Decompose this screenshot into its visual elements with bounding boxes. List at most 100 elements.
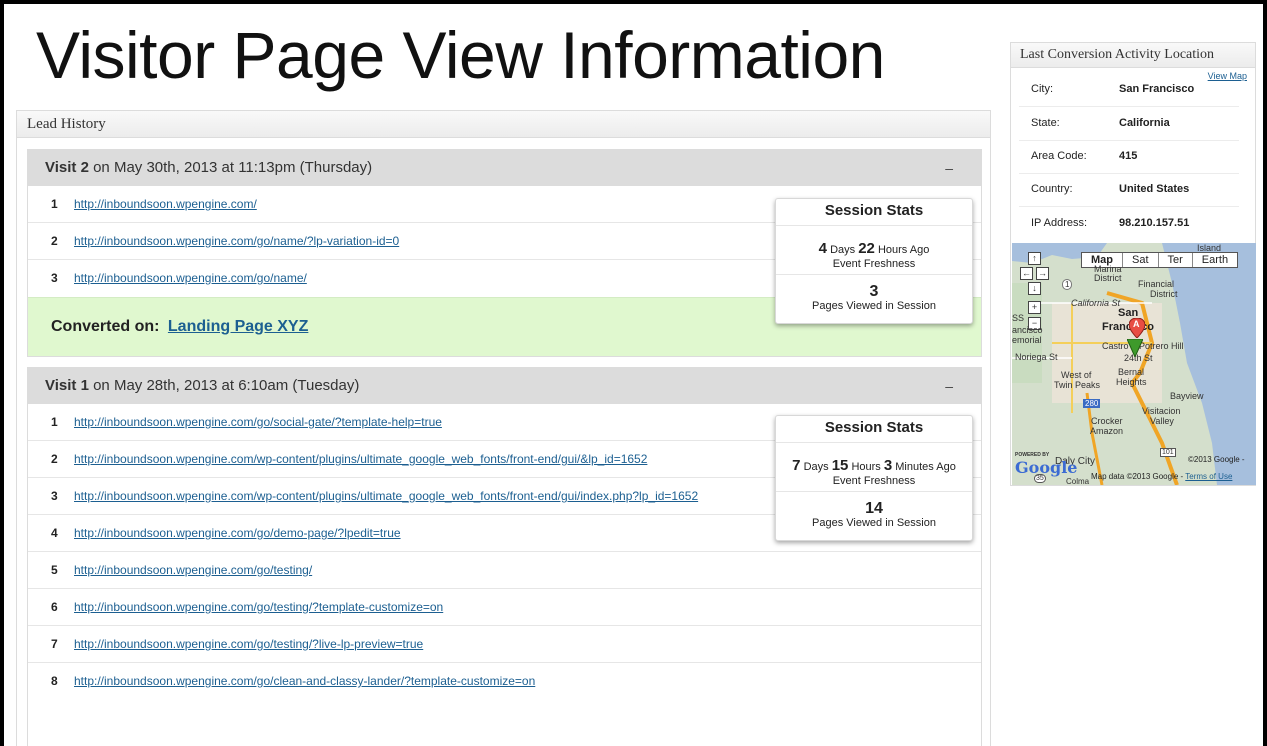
collapse-toggle[interactable]: – [945, 150, 953, 186]
freshness-suffix: Ago [936, 461, 956, 473]
page-url-link[interactable]: http://inboundsoon.wpengine.com/go/testi… [74, 626, 423, 662]
map-label: SS [1012, 313, 1025, 323]
conversion-location-panel: Last Conversion Activity Location View M… [1010, 42, 1256, 486]
pages-viewed-count: 3 [869, 283, 879, 300]
map-label: Heights [1116, 377, 1147, 387]
map-label: Colma [1066, 477, 1090, 485]
page-url-link[interactable]: http://inboundsoon.wpengine.com/wp-conte… [74, 478, 698, 514]
pan-down-icon[interactable]: ↓ [1028, 282, 1041, 295]
info-row-city: City: San Francisco [1019, 73, 1239, 107]
freshness-hours-label: Hours [877, 244, 908, 256]
map-label: Twin Peaks [1054, 380, 1101, 390]
map-label: Francisco [1102, 321, 1154, 333]
route-shield: 280 [1083, 399, 1101, 408]
map-label: District [1150, 289, 1178, 299]
pan-right-icon[interactable]: → [1036, 267, 1049, 280]
map-label: Castro [1102, 341, 1129, 351]
map-label: Amazon [1090, 426, 1124, 436]
page-url-link[interactable]: http://inboundsoon.wpengine.com/go/name/… [74, 223, 399, 259]
info-value: 98.210.157.51 [1119, 217, 1190, 229]
freshness-hours: 15 [831, 457, 849, 474]
freshness-label: Event Freshness [832, 475, 916, 487]
converted-landing-page-link[interactable]: Landing Page XYZ [168, 318, 308, 335]
map-label: ancisco [1012, 325, 1043, 335]
page-url-link[interactable]: http://inboundsoon.wpengine.com/wp-conte… [74, 441, 647, 477]
location-map[interactable]: Map Sat Ter Earth ↑ ← → ↓ + − Island Mar… [1012, 243, 1256, 485]
powered-by-label: POWERED BY [1015, 452, 1050, 458]
visit-name: Visit 2 [45, 159, 89, 176]
map-type-sat[interactable]: Sat [1122, 253, 1158, 267]
collapse-toggle[interactable]: – [945, 368, 953, 404]
row-number: 8 [51, 674, 58, 688]
visit-header[interactable]: Visit 2 on May 30th, 2013 at 11:13pm (Th… [28, 150, 981, 186]
visit-date: on May 28th, 2013 at 6:10am (Tuesday) [93, 377, 360, 394]
freshness-days: 7 [792, 457, 801, 474]
row-number: 2 [51, 234, 58, 248]
location-panel-header: Last Conversion Activity Location [1011, 43, 1255, 68]
canvas: Visitor Page View Information Lead Histo… [4, 4, 1263, 746]
info-label: City: [1031, 83, 1053, 95]
freshness-minutes: 3 [883, 457, 893, 474]
google-logo-icon: POWERED BY Google [1015, 452, 1078, 477]
map-type-ter[interactable]: Ter [1157, 253, 1192, 267]
map-label: Valley [1150, 416, 1174, 426]
pan-left-icon[interactable]: ← [1020, 267, 1033, 280]
map-type-earth[interactable]: Earth [1191, 253, 1238, 267]
page-url-link[interactable]: http://inboundsoon.wpengine.com/go/clean… [74, 663, 535, 699]
visit-header[interactable]: Visit 1 on May 28th, 2013 at 6:10am (Tue… [28, 368, 981, 404]
visit-date: on May 30th, 2013 at 11:13pm (Thursday) [93, 159, 373, 176]
map-label: Bernal [1118, 367, 1145, 377]
page-view-row: 6 http://inboundsoon.wpengine.com/go/tes… [28, 589, 981, 626]
session-stats-title: Session Stats [776, 416, 972, 443]
google-logo-text: Google [1015, 458, 1078, 477]
terms-of-use-link[interactable]: Terms of Use [1185, 472, 1232, 481]
info-row-state: State: California [1019, 107, 1239, 141]
pages-viewed-label: Pages Viewed in Session [812, 517, 936, 529]
location-marker-icon[interactable]: A [1128, 317, 1146, 339]
page-url-link[interactable]: http://inboundsoon.wpengine.com/go/testi… [74, 552, 312, 588]
info-label: IP Address: [1031, 217, 1088, 229]
info-value: 415 [1119, 150, 1138, 162]
map-label: California St [1071, 298, 1121, 308]
row-number: 4 [51, 526, 58, 540]
freshness-days: 4 [818, 240, 828, 257]
visit-block: Visit 2 on May 30th, 2013 at 11:13pm (Th… [27, 149, 982, 357]
map-label: Noriega St [1015, 352, 1058, 362]
map-data-label: Map data ©2013 Google - [1091, 472, 1184, 481]
page-url-link[interactable]: http://inboundsoon.wpengine.com/go/socia… [74, 404, 442, 440]
freshness-days-label: Days [803, 461, 829, 473]
freshness-label: Event Freshness [832, 258, 916, 270]
info-row-area-code: Area Code: 415 [1019, 140, 1239, 174]
session-stats-card: Session Stats 7 Days 15 Hours 3 Minutes … [775, 415, 973, 541]
pages-viewed-label: Pages Viewed in Session [812, 300, 936, 312]
row-number: 3 [51, 271, 58, 285]
pan-up-icon[interactable]: ↑ [1028, 252, 1041, 265]
row-number: 6 [51, 600, 58, 614]
session-stats-card: Session Stats 4 Days 22 Hours Ago Event … [775, 198, 973, 324]
map-label: Financial [1138, 279, 1175, 289]
page-view-row: 7 http://inboundsoon.wpengine.com/go/tes… [28, 626, 981, 663]
map-label: Visitacion [1142, 406, 1181, 416]
map-label: emorial [1012, 335, 1042, 345]
visit-name: Visit 1 [45, 377, 89, 394]
info-value: San Francisco [1119, 83, 1195, 95]
page-title: Visitor Page View Information [36, 18, 885, 92]
map-label: Island [1197, 243, 1222, 253]
page-url-link[interactable]: http://inboundsoon.wpengine.com/ [74, 186, 257, 222]
info-label: Country: [1031, 183, 1073, 195]
page-url-link[interactable]: http://inboundsoon.wpengine.com/go/name/ [74, 260, 307, 296]
info-label: State: [1031, 117, 1060, 129]
pages-viewed-count: 14 [865, 500, 883, 517]
row-number: 7 [51, 637, 58, 651]
map-label: Bayview [1170, 391, 1204, 401]
lead-history-header: Lead History [17, 111, 990, 138]
visit-block: Visit 1 on May 28th, 2013 at 6:10am (Tue… [27, 367, 982, 746]
page-url-link[interactable]: http://inboundsoon.wpengine.com/go/testi… [74, 589, 443, 625]
map-label: District [1094, 273, 1122, 283]
page-url-link[interactable]: http://inboundsoon.wpengine.com/go/demo-… [74, 515, 401, 551]
row-number: 3 [51, 489, 58, 503]
row-number: 1 [51, 415, 58, 429]
zoom-in-icon[interactable]: + [1028, 301, 1041, 314]
row-number: 2 [51, 452, 58, 466]
marker-label: A [1133, 319, 1140, 329]
